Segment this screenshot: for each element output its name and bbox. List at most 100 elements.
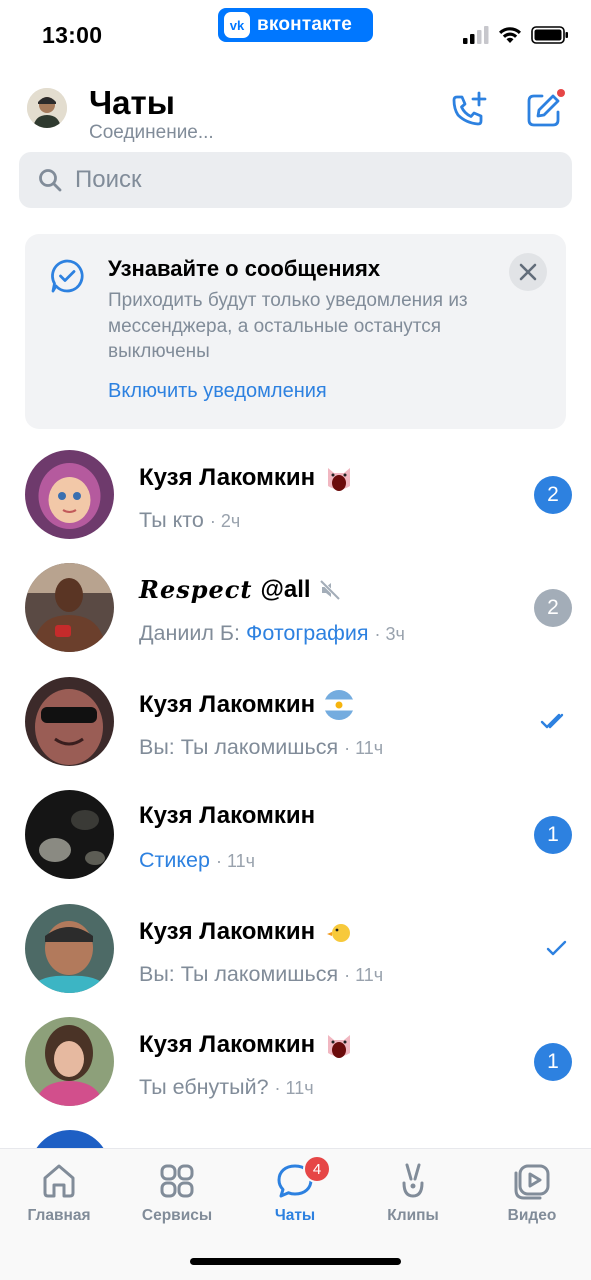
chat-list-item[interactable]: Respect @all Даниил Б: Фотография · 3ч 2 <box>0 563 591 676</box>
chat-name: Кузя Лакомкин <box>139 464 316 491</box>
chick-emoji-icon <box>327 924 351 942</box>
search-icon <box>39 169 62 192</box>
chat-time: 11ч <box>285 1078 314 1098</box>
pig-emoji-icon <box>328 1035 351 1058</box>
banner-close-button[interactable] <box>509 253 547 291</box>
chat-name-suffix: @all <box>260 575 311 603</box>
chat-preview: Вы: Ты лакомишься · 11ч <box>139 962 384 986</box>
system-icons <box>463 26 569 44</box>
enable-notifications-link[interactable]: Включить уведомления <box>108 380 327 403</box>
chat-list-item[interactable]: Кузя Лакомкин Стикер · 11ч 1 <box>0 790 591 903</box>
status-bar: 13:00 vk вконтакте <box>0 0 591 64</box>
chat-time: 2ч <box>220 511 241 531</box>
banner-text: Приходить будут только уведомления из ме… <box>108 290 468 362</box>
chat-time: 3ч <box>385 624 405 644</box>
chat-preview: Вы: Ты лакомишься · 11ч <box>139 735 384 759</box>
unread-badge: 1 <box>534 1043 572 1081</box>
wifi-icon <box>499 27 521 43</box>
unread-badge: 2 <box>534 476 572 514</box>
chat-name: Кузя Лакомкин <box>139 802 316 829</box>
tab-home[interactable]: Главная <box>0 1161 118 1225</box>
search-placeholder: Поиск <box>75 166 142 193</box>
home-icon <box>43 1164 75 1198</box>
chat-list-item[interactable]: Кузя Лакомкин Вы: Ты лакомишься · 11ч <box>0 904 591 1017</box>
chat-name-row: Respect @all <box>139 575 341 604</box>
chat-sender: Даниил Б: <box>139 621 241 645</box>
tab-label: Сервисы <box>141 1207 213 1224</box>
chat-avatar <box>25 904 114 993</box>
compose-icon <box>527 89 565 127</box>
chat-avatar <box>25 790 114 879</box>
clips-icon <box>402 1163 424 1198</box>
signal-icon <box>463 26 489 44</box>
chat-avatar <box>25 1017 114 1106</box>
chat-avatar <box>25 677 114 766</box>
argentina-flag-icon <box>324 690 355 720</box>
chat-preview: Ты кто · 2ч <box>139 508 241 532</box>
chat-list-item[interactable]: Кузя Лакомкин Ты ебнутый? · 11ч 1 <box>0 1017 591 1130</box>
unread-badge: 1 <box>534 816 572 854</box>
chat-sender: Вы: <box>139 735 175 759</box>
chat-preview: Даниил Б: Фотография · 3ч <box>139 621 405 645</box>
services-icon <box>160 1164 194 1198</box>
chat-time: 11ч <box>355 965 384 985</box>
chats-unread-badge: 4 <box>303 1155 331 1183</box>
tab-label: Чаты <box>274 1207 316 1224</box>
vk-return-pill[interactable]: vk вконтакте <box>218 8 373 42</box>
chat-preview-text: Ты ебнутый? <box>139 1075 269 1099</box>
unread-badge: 2 <box>534 589 572 627</box>
chat-avatar <box>25 563 114 652</box>
phone-plus-icon <box>452 91 487 126</box>
vk-pill-label: вконтакте <box>257 14 353 35</box>
chat-avatar <box>25 450 114 539</box>
chats-header: Чаты Соединение... <box>0 64 591 152</box>
chat-name: Кузя Лакомкин <box>139 918 316 945</box>
battery-icon <box>531 26 568 44</box>
tab-services[interactable]: Сервисы <box>118 1161 236 1225</box>
status-time: 13:00 <box>42 22 103 48</box>
tab-video[interactable]: Видео <box>473 1161 591 1225</box>
chat-list-item[interactable]: Кузя Лакомкин Вы: Ты лакомишься · 11ч <box>0 677 591 790</box>
double-check-icon <box>540 713 564 729</box>
profile-avatar[interactable] <box>27 88 67 128</box>
page-title: Чаты <box>89 84 175 121</box>
chat-name: Respect <box>139 575 253 604</box>
chat-preview-text: Ты лакомишься <box>180 735 339 759</box>
close-icon <box>519 263 537 281</box>
compose-button[interactable] <box>522 88 566 132</box>
search-input[interactable]: Поиск <box>19 152 572 208</box>
pig-emoji-icon <box>328 468 351 491</box>
chat-preview-text: Ты кто <box>139 508 204 532</box>
vk-logo-icon: vk <box>224 12 250 38</box>
connection-status: Соединение... <box>89 122 214 143</box>
new-call-button[interactable] <box>446 88 490 132</box>
tab-label: Главная <box>27 1207 91 1224</box>
tab-chats[interactable]: 4 Чаты <box>236 1155 354 1225</box>
chat-preview-text: Ты лакомишься <box>180 962 339 986</box>
chat-name-row: Кузя Лакомкин <box>139 1029 355 1061</box>
chat-name-row: Кузя Лакомкин <box>139 689 355 721</box>
chat-name: Кузя Лакомкин <box>139 691 316 718</box>
tab-label: Клипы <box>387 1207 439 1224</box>
chat-name-row: Кузя Лакомкин <box>139 462 355 494</box>
tab-label: Видео <box>507 1207 557 1224</box>
home-indicator <box>190 1258 401 1265</box>
chat-name-row: Кузя Лакомкин <box>139 802 315 830</box>
banner-title: Узнавайте о сообщениях <box>108 256 381 281</box>
muted-speaker-icon <box>319 579 340 600</box>
chat-name: Кузя Лакомкин <box>139 1031 316 1058</box>
chat-list-item[interactable]: Кузя Лакомкин Ты кто · 2ч 2 <box>0 450 591 563</box>
chat-name-row: Кузя Лакомкин <box>139 916 355 948</box>
chat-sender: Вы: <box>139 962 175 986</box>
chat-preview: Стикер · 11ч <box>139 848 256 872</box>
chat-attachment-link: Фотография <box>246 621 369 645</box>
chat-time: 11ч <box>226 851 256 871</box>
chat-preview: Ты ебнутый? · 11ч <box>139 1075 314 1099</box>
message-check-icon <box>51 259 84 293</box>
chat-attachment-link: Стикер <box>139 848 210 872</box>
notification-banner: Узнавайте о сообщениях Приходить будут т… <box>25 234 566 429</box>
check-icon <box>546 940 567 956</box>
video-icon <box>514 1164 550 1200</box>
tab-clips[interactable]: Клипы <box>354 1161 472 1225</box>
chat-time: 11ч <box>355 738 384 758</box>
